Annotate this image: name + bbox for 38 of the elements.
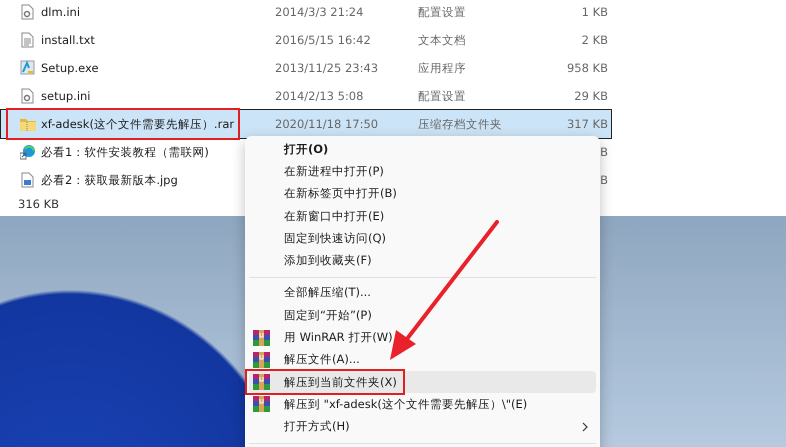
file-date: 2014/3/3 21:24 (275, 5, 364, 19)
file-size: 2 KB (580, 33, 609, 47)
file-name: install.txt (41, 33, 95, 47)
file-name: 必看1：软件安装教程（需联网) (41, 144, 209, 160)
file-name: xf-adesk(这个文件需要先解压）.rar (41, 116, 234, 132)
file-size: B (599, 145, 609, 159)
menu-item-label: 打开方式(H) (284, 419, 350, 434)
file-date: 2016/5/15 16:42 (275, 33, 372, 47)
file-name: Setup.exe (41, 61, 99, 75)
menu-item-label: 固定到“开始”(P) (284, 308, 372, 323)
menu-item-label: 打开(O) (284, 142, 328, 157)
file-date: 2014/2/13 5:08 (275, 89, 364, 103)
file-name: dlm.ini (41, 5, 80, 19)
selection-size: 316 KB (17, 197, 60, 211)
menu-item-label: 添加到收藏夹(F) (284, 253, 372, 268)
menu-item-label: 用 WinRAR 打开(W) (284, 330, 393, 346)
file-size: 29 KB (573, 89, 609, 103)
file-size: 958 KB (566, 61, 609, 75)
file-type: 压缩存档文件夹 (418, 116, 503, 132)
file-size: 317 KB (566, 117, 609, 131)
file-name: setup.ini (41, 89, 90, 103)
file-date: 2013/11/25 23:43 (275, 61, 380, 75)
file-name: 必看2：获取最新版本.jpg (41, 172, 178, 188)
file-type: 配置设置 (418, 4, 467, 20)
menu-item-label: 解压文件(A)... (284, 352, 360, 368)
menu-item-label: 在新窗口中打开(E) (284, 208, 384, 224)
menu-item-label: 固定到快速访问(Q) (284, 230, 386, 246)
file-size: 1 KB (580, 5, 609, 19)
file-type: 应用程序 (418, 60, 467, 76)
menu-item-label: 解压到当前文件夹(X) (284, 374, 397, 390)
menu-item-label: 在新标签页中打开(B) (284, 186, 397, 202)
file-type: 配置设置 (418, 88, 467, 104)
file-size: B (599, 173, 609, 187)
menu-item-label: 在新进程中打开(P) (284, 164, 384, 179)
file-date: 2020/11/18 17:50 (275, 117, 380, 131)
menu-item-label: 解压到 "xf-adesk(这个文件需要先解压）\"(E) (284, 396, 528, 412)
menu-item-label: 全部解压缩(T)... (284, 285, 371, 300)
file-type: 文本文档 (418, 32, 467, 48)
